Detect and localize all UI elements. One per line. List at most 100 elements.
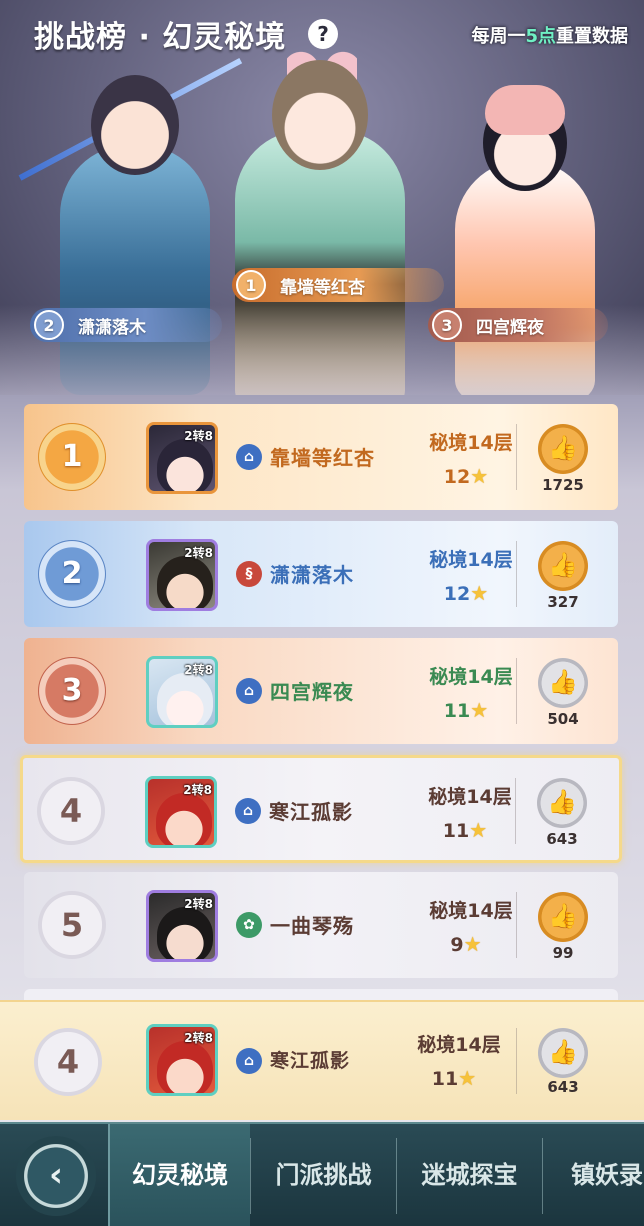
avatar[interactable]: 2转8 bbox=[145, 776, 217, 848]
like-count: 99 bbox=[552, 944, 574, 962]
avatar-face bbox=[157, 556, 213, 608]
player-name: 寒江孤影 bbox=[269, 800, 353, 824]
avatar-face bbox=[157, 439, 213, 491]
tab-micheng-tanbao[interactable]: 迷城探宝 bbox=[397, 1124, 542, 1226]
star-icon: ★ bbox=[470, 464, 489, 488]
star-value: 9 bbox=[450, 934, 464, 956]
player-name: 寒江孤影 bbox=[270, 1050, 351, 1072]
player-name: 潇潇落木 bbox=[270, 563, 354, 587]
sect-icon: ⌂ bbox=[235, 798, 261, 824]
divider bbox=[516, 892, 517, 958]
rank-number: 4 bbox=[37, 777, 105, 845]
avatar-face bbox=[157, 1041, 213, 1093]
divider bbox=[516, 1028, 517, 1094]
my-rank-bar[interactable]: 4 2转8 ⌂ 寒江孤影 秘境14层 11★ 👍 643 bbox=[0, 1000, 644, 1120]
rank-medal-gold: 1 bbox=[38, 423, 106, 491]
podium-tag-3[interactable]: 3 四宫辉夜 bbox=[428, 308, 608, 342]
like-count: 643 bbox=[546, 830, 578, 848]
like-count: 504 bbox=[547, 710, 579, 728]
character-body bbox=[455, 160, 595, 395]
tab-zhenyao-lu[interactable]: 镇妖录 bbox=[543, 1124, 644, 1226]
sect-icon: § bbox=[236, 561, 262, 587]
reset-time: 5点 bbox=[525, 26, 556, 47]
avatar[interactable]: 2转8 bbox=[146, 1024, 218, 1096]
player-name: 潇潇落木 bbox=[78, 317, 146, 338]
tier-label: 2转8 bbox=[184, 897, 213, 911]
avatar[interactable]: 2转8 bbox=[146, 539, 218, 611]
like-button[interactable]: 👍 bbox=[538, 1028, 588, 1078]
player-name: 靠墙等红杏 bbox=[270, 446, 375, 470]
star-value: 11 bbox=[443, 700, 471, 722]
sect-icon: ⌂ bbox=[236, 678, 262, 704]
rank-row[interactable]: 5 2转8 ✿ 一曲琴殇 秘境14层 9★ 👍 99 bbox=[24, 872, 618, 978]
divider bbox=[516, 541, 517, 607]
star-count: 11★ bbox=[423, 818, 507, 842]
rank-number: 5 bbox=[38, 891, 106, 959]
bottom-nav: ‹ 幻灵秘境 门派挑战 迷城探宝 镇妖录 bbox=[0, 1122, 644, 1226]
tab-huanling-mijing[interactable]: 幻灵秘境 bbox=[110, 1124, 250, 1226]
realm-level: 秘境14层 bbox=[428, 786, 512, 808]
back-button[interactable]: ‹ bbox=[16, 1136, 96, 1216]
star-value: 12 bbox=[443, 466, 471, 488]
like-button[interactable]: 👍 bbox=[538, 658, 588, 708]
character-head bbox=[272, 60, 368, 170]
player-name: 四宫辉夜 bbox=[476, 317, 544, 338]
tier-label: 2转8 bbox=[184, 1031, 213, 1045]
thumbs-up-icon: 👍 bbox=[548, 668, 578, 696]
realm-level: 秘境14层 bbox=[417, 1034, 501, 1056]
like-button[interactable]: 👍 bbox=[538, 424, 588, 474]
avatar[interactable]: 2转8 bbox=[146, 656, 218, 728]
reset-suffix: 重置数据 bbox=[556, 26, 628, 47]
avatar[interactable]: 2转8 bbox=[146, 422, 218, 494]
player-name: 一曲琴殇 bbox=[270, 914, 354, 938]
podium-character-3[interactable] bbox=[425, 70, 625, 395]
avatar[interactable]: 2转8 bbox=[146, 890, 218, 962]
reset-note: 每周一5点重置数据 bbox=[471, 22, 628, 48]
back-arrow-icon: ‹ bbox=[48, 1155, 63, 1195]
avatar-face bbox=[157, 907, 213, 959]
rank-number: 4 bbox=[34, 1028, 102, 1096]
podium-tag-2[interactable]: 2 潇潇落木 bbox=[30, 308, 222, 342]
tier-label: 2转8 bbox=[183, 783, 212, 797]
rank-row[interactable]: 3 2转8 ⌂ 四宫辉夜 秘境14层 11★ 👍 504 bbox=[24, 638, 618, 744]
divider bbox=[515, 778, 516, 844]
divider bbox=[516, 424, 517, 490]
like-count: 327 bbox=[547, 593, 579, 611]
star-icon: ★ bbox=[470, 698, 489, 722]
realm-level: 秘境14层 bbox=[429, 666, 513, 688]
help-button[interactable]: ? bbox=[308, 19, 338, 49]
rank-number: 3 bbox=[432, 310, 462, 340]
divider bbox=[516, 658, 517, 724]
like-button[interactable]: 👍 bbox=[538, 892, 588, 942]
podium-character-1[interactable] bbox=[205, 40, 435, 395]
character-body bbox=[60, 145, 210, 395]
star-count: 9★ bbox=[424, 932, 508, 956]
realm-level: 秘境14层 bbox=[429, 549, 513, 571]
rank-row-self[interactable]: 4 2转8 ⌂ 寒江孤影 秘境14层 11★ 👍 643 bbox=[20, 755, 622, 863]
rank-number: 1 bbox=[236, 270, 266, 300]
rank-number: 2 bbox=[34, 310, 64, 340]
star-icon: ★ bbox=[470, 581, 489, 605]
avatar-face bbox=[156, 793, 212, 845]
sect-icon: ⌂ bbox=[236, 1048, 262, 1074]
rank-medal-bronze: 3 bbox=[38, 657, 106, 725]
thumbs-up-icon: 👍 bbox=[548, 902, 578, 930]
star-value: 11 bbox=[442, 820, 470, 842]
player-name: 四宫辉夜 bbox=[270, 680, 354, 704]
star-count: 12★ bbox=[424, 581, 508, 605]
avatar-face bbox=[157, 673, 213, 725]
tab-menpai-tiaozhan[interactable]: 门派挑战 bbox=[251, 1124, 396, 1226]
thumbs-up-icon: 👍 bbox=[547, 788, 577, 816]
like-count: 643 bbox=[547, 1078, 579, 1096]
like-count: 1725 bbox=[542, 476, 584, 494]
like-button[interactable]: 👍 bbox=[537, 778, 587, 828]
podium-tag-1[interactable]: 1 靠墙等红杏 bbox=[232, 268, 444, 302]
like-button[interactable]: 👍 bbox=[538, 541, 588, 591]
star-count: 11★ bbox=[412, 1066, 496, 1090]
player-name: 靠墙等红杏 bbox=[280, 277, 365, 298]
rank-row[interactable]: 1 2转8 ⌂ 靠墙等红杏 秘境14层 12★ 👍 1725 bbox=[24, 404, 618, 510]
rank-row[interactable]: 2 2转8 § 潇潇落木 秘境14层 12★ 👍 327 bbox=[24, 521, 618, 627]
star-value: 12 bbox=[443, 583, 471, 605]
star-icon: ★ bbox=[469, 818, 488, 842]
star-value: 11 bbox=[431, 1068, 459, 1090]
